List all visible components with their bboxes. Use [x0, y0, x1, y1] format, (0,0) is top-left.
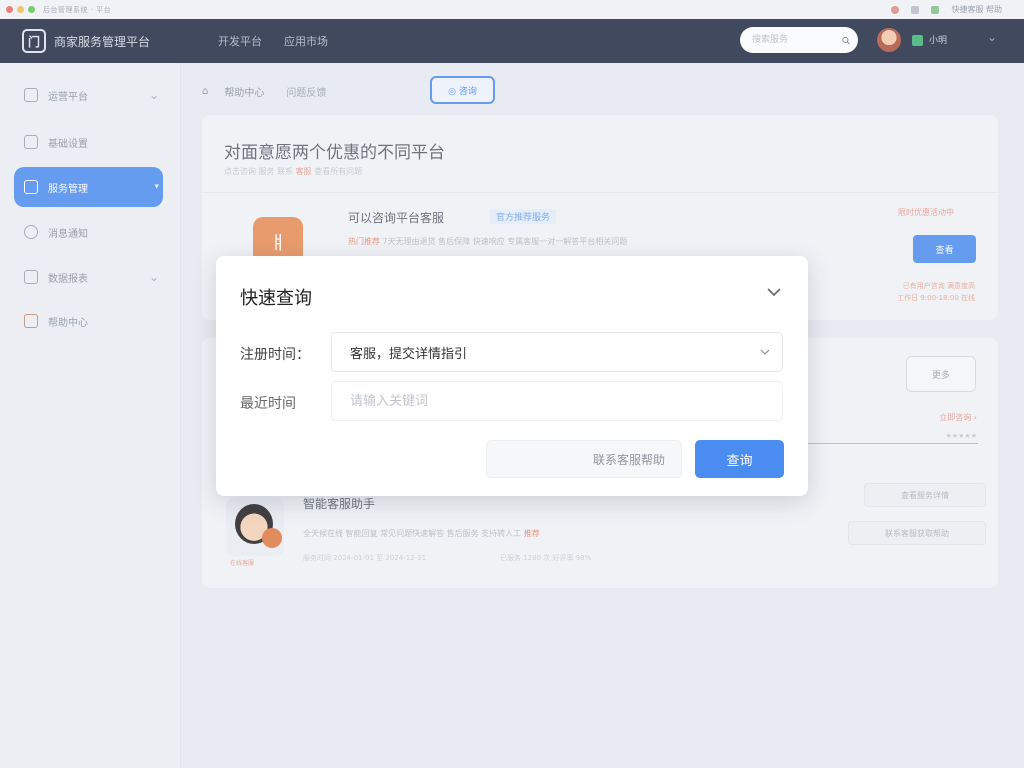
quick-query-modal: 快速查询 注册时间： 客服，提交详情指引 最近时间 联系客服帮助 查询: [216, 256, 808, 496]
select-value: 客服，提交详情指引: [350, 346, 468, 362]
keyword-input[interactable]: [331, 381, 783, 421]
modal-title: 快速查询: [240, 288, 312, 309]
query-button[interactable]: 查询: [695, 440, 784, 478]
registration-time-label: 注册时间：: [240, 347, 310, 363]
contact-help-button[interactable]: 联系客服帮助: [486, 440, 682, 478]
recent-time-label: 最近时间: [240, 396, 296, 412]
chevron-down-icon: [760, 349, 770, 355]
registration-time-select[interactable]: 客服，提交详情指引: [331, 332, 783, 372]
modal-collapse-icon[interactable]: [764, 282, 784, 302]
